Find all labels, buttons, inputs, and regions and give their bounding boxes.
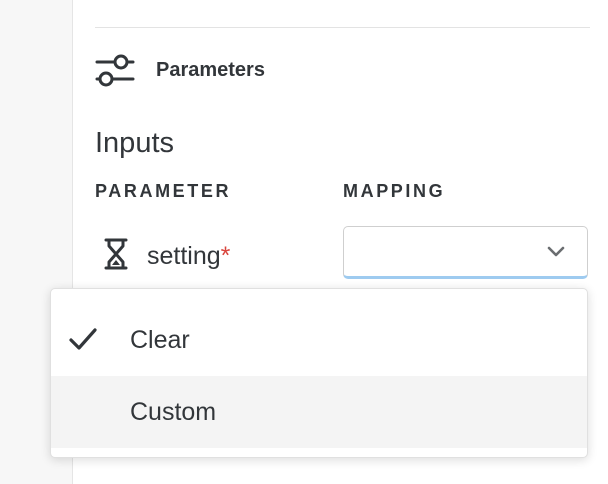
mapping-column-header: MAPPING [343,181,446,201]
mapping-dropdown-menu: Clear Custom [50,288,588,458]
chevron-down-icon[interactable] [547,245,565,263]
menu-item-label: Clear [130,325,190,354]
menu-item-label: Custom [130,397,217,426]
checkmark-icon [68,326,98,357]
parameter-row: setting* [104,236,230,276]
mapping-select[interactable] [343,226,588,279]
inputs-heading: Inputs [95,127,174,159]
required-marker: * [220,241,231,270]
divider [95,27,590,28]
parameters-section-header: Parameters [95,50,265,90]
hourglass-icon [104,238,128,275]
parameter-name: setting* [147,241,231,270]
menu-item-custom[interactable]: Custom [51,376,587,448]
parameter-column-header: PARAMETER [95,181,232,201]
sliders-icon [95,50,137,90]
section-title: Parameters [156,58,265,81]
page: Parameters Inputs PARAMETER MAPPING sett… [0,0,608,484]
menu-item-clear[interactable]: Clear [51,304,587,376]
